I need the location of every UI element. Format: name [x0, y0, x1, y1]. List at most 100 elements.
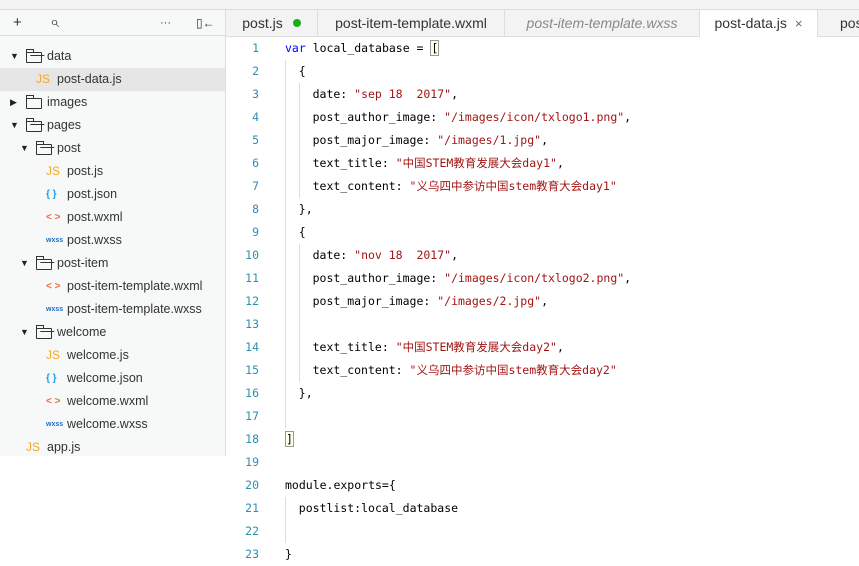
file-item[interactable]: < > welcome.wxml — [0, 390, 225, 413]
indent-guide — [285, 336, 299, 359]
folder-label: post-item — [57, 256, 109, 270]
file-item[interactable]: < > post-item-template.wxml — [0, 275, 225, 298]
line-content: { — [285, 221, 306, 244]
code-line: 9{ — [226, 221, 859, 244]
wxml-file-icon: < > — [46, 281, 61, 292]
indent-guide — [298, 129, 313, 152]
folder-open-icon — [36, 256, 52, 270]
folder-item[interactable]: ▼ data — [0, 45, 225, 68]
caret-down-icon: ▼ — [20, 327, 29, 337]
line-number: 14 — [245, 340, 259, 354]
string-literal: "sep 18 2017" — [354, 87, 452, 101]
code-text: post_major_image: — [312, 294, 438, 308]
line-number: 2 — [252, 64, 259, 78]
caret-right-icon: ▶ — [10, 97, 17, 107]
code-text: }, — [298, 386, 313, 400]
line-number: 20 — [245, 478, 259, 492]
line-number: 3 — [252, 87, 259, 101]
file-item[interactable]: wxss post.wxss — [0, 229, 225, 252]
folder-open-icon — [36, 325, 52, 339]
file-item[interactable]: JS post-data.js — [0, 68, 225, 91]
caret-down-icon: ▼ — [10, 51, 19, 61]
js-file-icon: JS — [46, 164, 61, 178]
file-label: post-item-template.wxml — [67, 279, 203, 293]
search-icon[interactable]: ⌕ — [50, 10, 59, 36]
line-number: 22 — [245, 524, 259, 538]
line-number: 17 — [245, 409, 259, 423]
code-line: 11 post_author_image: "/images/icon/txlog… — [226, 267, 859, 290]
line-number: 21 — [245, 501, 259, 515]
indent-guide — [298, 83, 313, 106]
tab-post-data-js[interactable]: post-data.js × — [700, 10, 818, 37]
indent-guide — [298, 106, 313, 129]
code-text: , — [451, 248, 459, 262]
code-line: 13 — [226, 313, 859, 336]
file-label: post.json — [67, 187, 118, 201]
file-label: post.wxml — [67, 210, 123, 224]
file-item[interactable]: JS post.js — [0, 160, 225, 183]
file-item[interactable]: wxss welcome.wxss — [0, 413, 225, 436]
indent-guide — [298, 359, 313, 382]
folder-item[interactable]: ▼ pages — [0, 114, 225, 137]
keyword: var — [285, 41, 306, 55]
file-item[interactable]: { } welcome.json — [0, 367, 225, 390]
folder-label: pages — [47, 118, 82, 132]
code-line: 22 — [226, 520, 859, 543]
line-number: 6 — [252, 156, 259, 170]
add-icon[interactable]: + — [13, 10, 22, 36]
line-content: post_major_image: "/images/2.jpg", — [285, 290, 548, 313]
file-item[interactable]: wxss post-item-template.wxss — [0, 298, 225, 321]
code-line: 23} — [226, 543, 859, 566]
tab-post-item-template-wxss[interactable]: post-item-template.wxss — [505, 10, 700, 36]
file-label: welcome.js — [67, 348, 129, 362]
bracket-match: ] — [285, 431, 294, 447]
folder-label: data — [47, 49, 72, 63]
tab-label: post-item-template.wxss — [526, 15, 678, 31]
file-label: post.js — [67, 164, 104, 178]
title-strip — [0, 0, 859, 10]
tab-post-js[interactable]: post.js — [226, 10, 318, 36]
collapse-panel-icon[interactable]: ▯← — [196, 10, 215, 36]
line-content: postlist:local_database — [285, 497, 458, 520]
line-content: text_title: "中国STEM教育发展大会day2", — [285, 336, 564, 359]
wxss-file-icon: wxss — [46, 421, 64, 428]
folder-item[interactable]: ▶ images — [0, 91, 225, 114]
line-number: 15 — [245, 363, 259, 377]
tab-label: post-item-template.wxml — [840, 15, 859, 31]
js-file-icon: JS — [46, 348, 61, 362]
folder-item[interactable]: ▼ welcome — [0, 321, 225, 344]
code-text: post_author_image: — [312, 271, 445, 285]
tab-post-item-template-wxml[interactable]: post-item-template.wxml — [818, 10, 859, 36]
line-number: 7 — [252, 179, 259, 193]
line-content — [285, 520, 299, 543]
line-content: ] — [285, 428, 294, 451]
folder-item[interactable]: ▼ post-item — [0, 252, 225, 275]
code-text: module.exports={ — [285, 478, 396, 492]
indent-guide — [285, 106, 299, 129]
string-literal: "中国STEM教育发展大会day2" — [395, 340, 557, 354]
file-item[interactable]: JS welcome.js — [0, 344, 225, 367]
file-item[interactable]: { } post.json — [0, 183, 225, 206]
line-number: 19 — [245, 455, 259, 469]
wxss-file-icon: wxss — [46, 306, 64, 313]
folder-item[interactable]: ▼ post — [0, 137, 225, 160]
more-icon[interactable]: ··· — [160, 10, 171, 36]
indent-guide — [285, 267, 299, 290]
indent-guide — [298, 175, 313, 198]
code-text: post_major_image: — [312, 133, 438, 147]
indent-guide — [285, 129, 299, 152]
line-content: module.exports={ — [285, 474, 396, 497]
string-literal: "义乌四中参访中国stem教育大会day1" — [409, 179, 617, 193]
line-content: text_content: "义乌四中参访中国stem教育大会day1" — [285, 175, 617, 198]
code-text: text_content: — [312, 363, 410, 377]
tab-post-item-template-wxml[interactable]: post-item-template.wxml — [318, 10, 505, 36]
folder-label: post — [57, 141, 81, 155]
line-content: date: "sep 18 2017", — [285, 83, 458, 106]
code-editor[interactable]: 1 var local_database = [2{3 date: "sep 18 … — [226, 37, 859, 566]
file-label: post-data.js — [57, 72, 122, 86]
line-content: post_major_image: "/images/1.jpg", — [285, 129, 548, 152]
close-icon[interactable]: × — [795, 16, 803, 31]
indent-guide — [298, 313, 313, 336]
indent-guide — [285, 520, 299, 543]
file-item[interactable]: < > post.wxml — [0, 206, 225, 229]
